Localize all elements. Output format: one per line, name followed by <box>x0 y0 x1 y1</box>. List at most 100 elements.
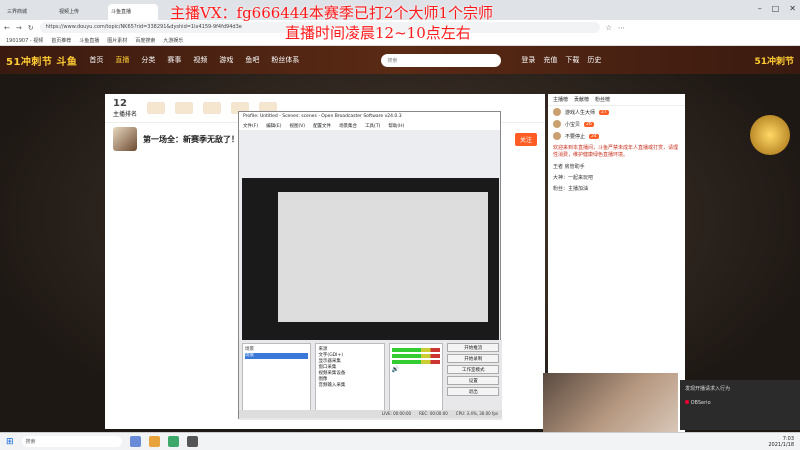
login-icon[interactable]: 登录 <box>521 55 535 65</box>
taskbar-app-icon[interactable] <box>167 436 179 447</box>
obs-scene-item[interactable]: 场景 <box>245 353 309 359</box>
nav-games[interactable]: 游戏 <box>219 55 233 65</box>
notification-app: OBSerio <box>685 400 795 406</box>
user-avatar <box>553 132 561 140</box>
obs-rec-status: REC: 00:00:00 <box>419 411 448 416</box>
forward-icon[interactable]: → <box>16 24 22 32</box>
obs-settings-button[interactable]: 设置 <box>447 376 499 385</box>
obs-menu-item[interactable]: 文件(F) <box>243 123 258 129</box>
streamer-avatar[interactable] <box>113 127 137 151</box>
rank-list-item[interactable]: 游戏人生大师 27 <box>548 106 685 118</box>
obs-menu-item[interactable]: 工具(T) <box>365 123 380 129</box>
obs-statusbar: LIVE: 00:00:00 REC: 00:00:00 CPU: 3.4%, … <box>239 410 502 418</box>
audio-meter <box>391 354 441 358</box>
chat-message: 王者 房管助手 <box>553 164 585 170</box>
chat-message: 粉丝：主播加油 <box>553 186 589 192</box>
obs-menubar: 文件(F) 编辑(E) 视图(V) 配置文件 场景集合 工具(T) 帮助(H) <box>239 122 500 130</box>
bookmark-item[interactable]: 九游娱乐 <box>163 37 183 44</box>
nav-home[interactable]: 首页 <box>89 55 103 65</box>
rank-number: 12 <box>113 98 127 109</box>
level-badge: 27 <box>599 109 609 115</box>
os-taskbar: ⊞ 搜索 7:03 2021/1/18 <box>0 432 800 450</box>
event-logo: 51冲刺节 <box>754 56 794 67</box>
obs-studio-mode-button[interactable]: 工作室模式 <box>447 365 499 374</box>
nav-category[interactable]: 分类 <box>141 55 155 65</box>
overlay-promo-line-1: 主播VX：fg666444本赛季已打2个大师1个宗师 <box>170 4 494 22</box>
browser-tab-active[interactable]: 斗鱼直播 <box>108 4 158 20</box>
site-logo[interactable]: 51冲刺节 斗鱼 <box>6 53 77 68</box>
star-icon[interactable]: ☆ <box>606 24 612 32</box>
obs-preview-nested-screen <box>278 192 488 322</box>
download-icon[interactable]: 下载 <box>565 55 579 65</box>
gift-item[interactable] <box>147 102 166 114</box>
taskbar-search-input[interactable]: 搜索 <box>21 436 122 447</box>
nav-live[interactable]: 直播 <box>115 55 129 65</box>
event-badge-decoration <box>745 115 795 215</box>
taskbar-app-icon[interactable] <box>129 436 141 447</box>
bookmark-item[interactable]: 图片素材 <box>107 37 127 44</box>
sidebar-tab[interactable]: 主播榜 <box>553 96 568 103</box>
obs-menu-item[interactable]: 配置文件 <box>313 123 331 129</box>
rank-list-item[interactable]: 不要停止 24 <box>548 130 685 142</box>
audio-meter <box>391 348 441 352</box>
windows-start-icon[interactable]: ⊞ <box>6 437 14 447</box>
taskbar-app-icon[interactable] <box>186 436 198 447</box>
browser-tab[interactable]: 三界商城 <box>4 4 54 20</box>
obs-exit-button[interactable]: 退出 <box>447 387 499 396</box>
bookmark-item[interactable]: 首页推荐 <box>51 37 71 44</box>
obs-sources-title: 来源 <box>318 347 328 352</box>
obs-start-record-button[interactable]: 开始录制 <box>447 354 499 363</box>
close-icon[interactable]: ✕ <box>789 4 796 13</box>
refresh-icon[interactable]: ↻ <box>28 24 34 32</box>
site-search-input[interactable]: 搜索 <box>381 53 502 67</box>
window-controls: – □ ✕ <box>758 4 796 13</box>
recharge-icon[interactable]: 充值 <box>543 55 557 65</box>
header-icons: 登录 充值 下载 历史 <box>521 55 601 65</box>
obs-scenes-dock: 场景 场景 <box>242 343 312 417</box>
obs-menu-item[interactable]: 帮助(H) <box>388 123 404 129</box>
taskbar-app-icon[interactable] <box>148 436 160 447</box>
level-badge: 26 <box>584 121 594 127</box>
gift-item[interactable] <box>203 102 222 114</box>
obs-menu-item[interactable]: 视图(V) <box>289 123 305 129</box>
nav-video[interactable]: 视频 <box>193 55 207 65</box>
obs-menu-item[interactable]: 编辑(E) <box>266 123 281 129</box>
history-icon[interactable]: 历史 <box>587 55 601 65</box>
nav-fans[interactable]: 粉丝体系 <box>271 55 299 65</box>
gift-item[interactable] <box>175 102 194 114</box>
back-icon[interactable]: ← <box>4 24 10 32</box>
chat-system-notice: 欢迎来到本直播间，斗鱼严禁未成年人直播或打赏，请理性消费，维护健康绿色直播环境。 <box>553 145 679 158</box>
speaker-icon[interactable]: 🔊 <box>392 366 399 373</box>
nav-events[interactable]: 赛事 <box>167 55 181 65</box>
webcam-overlay <box>543 373 678 433</box>
maximize-icon[interactable]: □ <box>772 4 780 13</box>
system-notification[interactable]: 发现开播请求入行为 OBSerio <box>680 380 800 430</box>
obs-scenes-title: 场景 <box>245 347 254 352</box>
obs-mixer-dock: 🔊 <box>388 343 444 417</box>
notification-title: 发现开播请求入行为 <box>685 386 731 392</box>
rank-list-item[interactable]: 小宝贝 26 <box>548 118 685 130</box>
obs-source-item[interactable]: 音频输入采集 <box>318 383 381 389</box>
obs-start-stream-button[interactable]: 开始推流 <box>447 343 499 352</box>
audio-meter <box>391 360 441 364</box>
bookmark-item[interactable]: 百度搜索 <box>135 37 155 44</box>
rank-box[interactable]: 12 主播排名 <box>113 98 137 118</box>
user-avatar <box>553 120 561 128</box>
taskbar-clock[interactable]: 7:03 2021/1/18 <box>768 436 794 448</box>
room-title: 第一场全：新赛季无敌了！ <box>143 134 239 144</box>
menu-icon[interactable]: ⋯ <box>618 24 625 32</box>
bookmark-item[interactable]: 1901907 - 视频 <box>6 37 43 44</box>
sidebar-tab[interactable]: 贡献榜 <box>574 96 589 103</box>
browser-tab[interactable]: 视频上传 <box>56 4 106 20</box>
obs-sources-dock: 来源 文字(GDI+) 显示器采集 窗口采集 视频采集设备 图像 音频输入采集 <box>315 343 385 417</box>
bookmark-item[interactable]: 斗鱼直播 <box>79 37 99 44</box>
rank-user-name: 游戏人生大师 <box>565 109 596 116</box>
chat-message: 大神：一起来玩吧 <box>553 175 594 181</box>
obs-controls-dock: 开始推流 开始录制 工作室模式 设置 退出 <box>447 343 499 417</box>
minimize-icon[interactable]: – <box>758 4 762 13</box>
nav-fishbar[interactable]: 鱼吧 <box>245 55 259 65</box>
obs-title: Profile: Untitled - Scenes: scenes - Ope… <box>243 114 402 119</box>
sidebar-tab[interactable]: 粉丝榜 <box>595 96 610 103</box>
obs-menu-item[interactable]: 场景集合 <box>339 123 357 129</box>
follow-button[interactable]: 关注 <box>514 132 537 146</box>
